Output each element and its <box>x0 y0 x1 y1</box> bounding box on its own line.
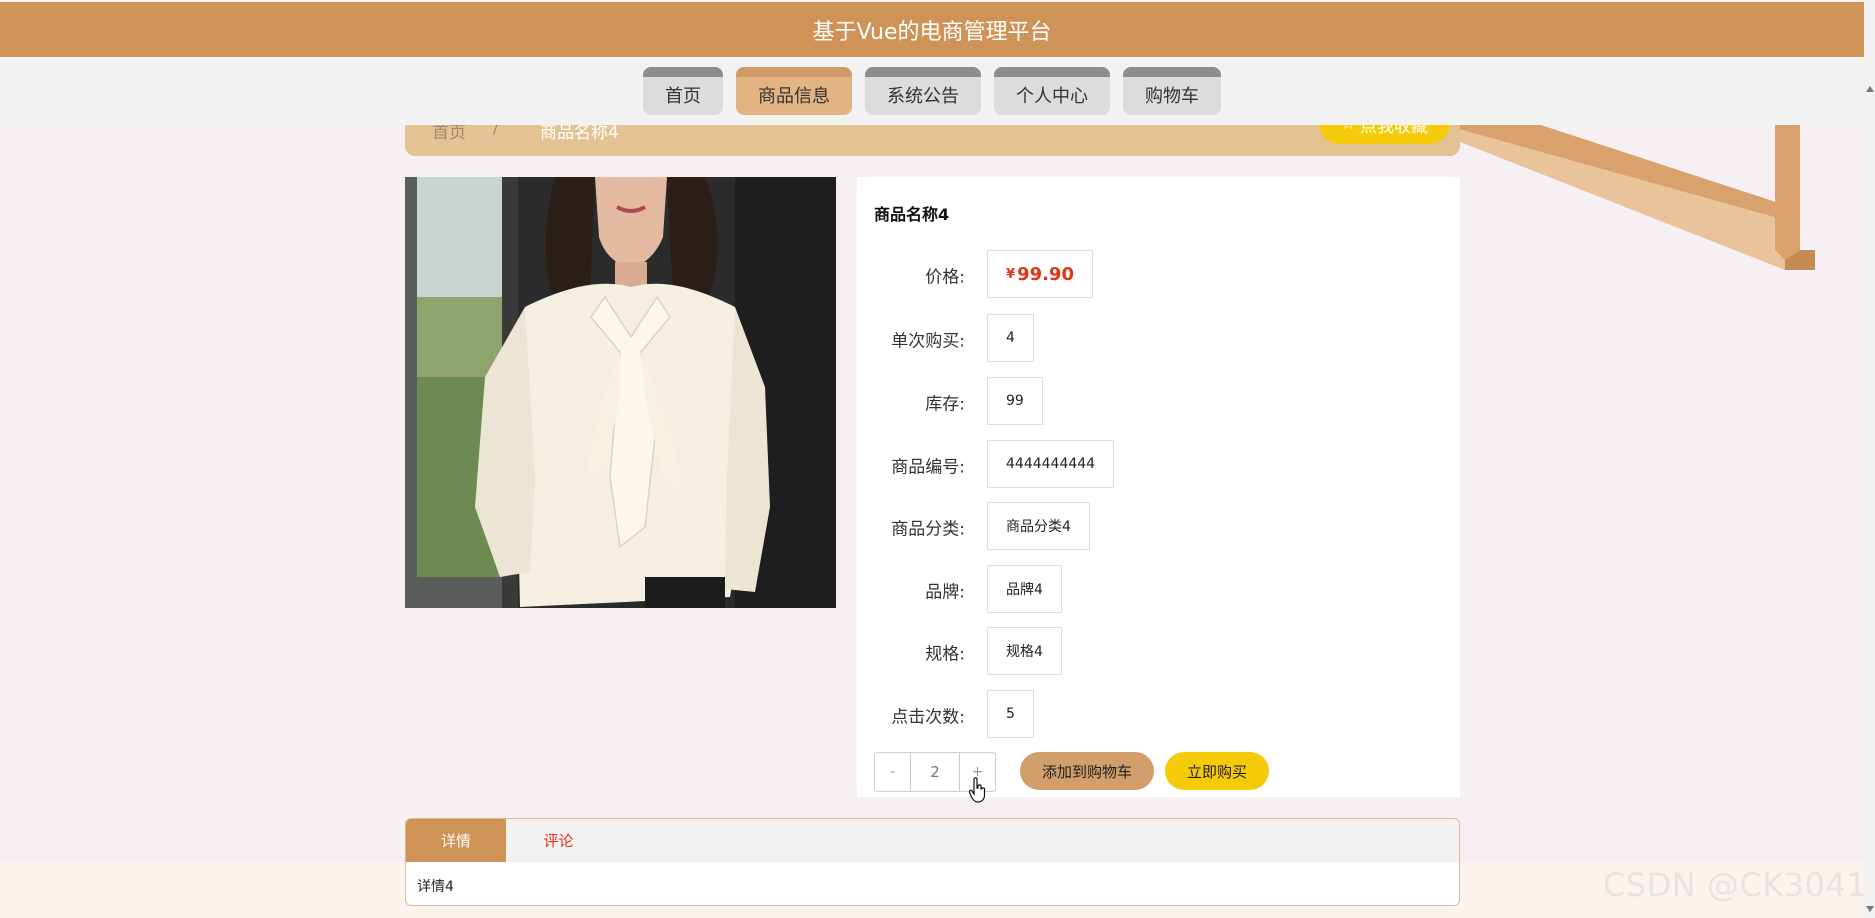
field-price: 价格: ¥ 99.90 <box>857 250 1460 300</box>
nav-item-label: 首页 <box>665 86 701 107</box>
nav-item-cart[interactable]: 购物车 <box>1123 67 1221 115</box>
product-info-panel: 商品名称4 价格: ¥ 99.90 单次购买: 4 库存: 99 商品编号: 4… <box>857 177 1460 797</box>
price-value: ¥ 99.90 <box>987 250 1093 298</box>
field-label: 价格: <box>925 267 965 288</box>
field-value: 4444444444 <box>987 440 1115 488</box>
field-value: 规格4 <box>987 627 1062 675</box>
field-stock: 库存: 99 <box>857 377 1460 427</box>
field-label: 商品分类: <box>891 519 965 540</box>
nav-item-label: 商品信息 <box>758 86 830 107</box>
scroll-down-icon[interactable] <box>1866 906 1874 912</box>
field-brand: 品牌: 品牌4 <box>857 565 1460 615</box>
field-category: 商品分类: 商品分类4 <box>857 502 1460 552</box>
detail-tabs: 详情 评论 详情4 <box>405 818 1460 906</box>
field-label: 品牌: <box>925 582 965 603</box>
scroll-up-icon[interactable] <box>1866 86 1874 92</box>
app-title: 基于Vue的电商管理平台 <box>0 2 1864 57</box>
currency-symbol: ¥ <box>1006 266 1016 282</box>
product-image <box>405 177 836 608</box>
watermark: CSDN @CK3041 <box>1603 866 1868 904</box>
field-label: 规格: <box>925 644 965 665</box>
nav-item-label: 系统公告 <box>887 86 959 107</box>
field-value: 4 <box>987 314 1034 362</box>
pointer-hand-icon <box>969 777 986 803</box>
field-product-code: 商品编号: 4444444444 <box>857 440 1460 490</box>
buy-now-button[interactable]: 立即购买 <box>1165 752 1269 790</box>
field-label: 点击次数: <box>891 707 965 728</box>
quantity-decrease-button[interactable]: - <box>875 753 910 791</box>
tab-comments[interactable]: 评论 <box>506 819 611 862</box>
tab-bar: 详情 评论 <box>406 819 1459 862</box>
product-name: 商品名称4 <box>874 205 950 224</box>
field-click-count: 点击次数: 5 <box>857 690 1460 740</box>
detail-content: 详情4 <box>417 879 454 895</box>
nav-item-announcements[interactable]: 系统公告 <box>865 67 981 115</box>
add-to-cart-button[interactable]: 添加到购物车 <box>1020 752 1154 790</box>
nav-item-label: 个人中心 <box>1016 86 1088 107</box>
price-amount: 99.90 <box>1017 263 1074 285</box>
field-label: 单次购买: <box>891 331 965 352</box>
vertical-scrollbar[interactable] <box>1864 0 1875 918</box>
field-per-purchase: 单次购买: 4 <box>857 314 1460 364</box>
field-value: 商品分类4 <box>987 502 1090 550</box>
field-value: 5 <box>987 690 1034 738</box>
field-label: 商品编号: <box>891 457 965 478</box>
nav-item-profile[interactable]: 个人中心 <box>994 67 1110 115</box>
tab-detail[interactable]: 详情 <box>406 819 506 862</box>
top-navigation: 首页 商品信息 系统公告 个人中心 购物车 <box>0 57 1864 125</box>
decorative-frame <box>1455 110 1815 270</box>
nav-item-home[interactable]: 首页 <box>643 67 723 115</box>
field-value: 99 <box>987 377 1043 425</box>
field-label: 库存: <box>925 394 965 415</box>
nav-item-label: 购物车 <box>1145 86 1199 107</box>
quantity-input[interactable]: 2 <box>910 753 960 791</box>
field-value: 品牌4 <box>987 565 1062 613</box>
field-spec: 规格: 规格4 <box>857 627 1460 677</box>
nav-item-products[interactable]: 商品信息 <box>736 67 852 115</box>
